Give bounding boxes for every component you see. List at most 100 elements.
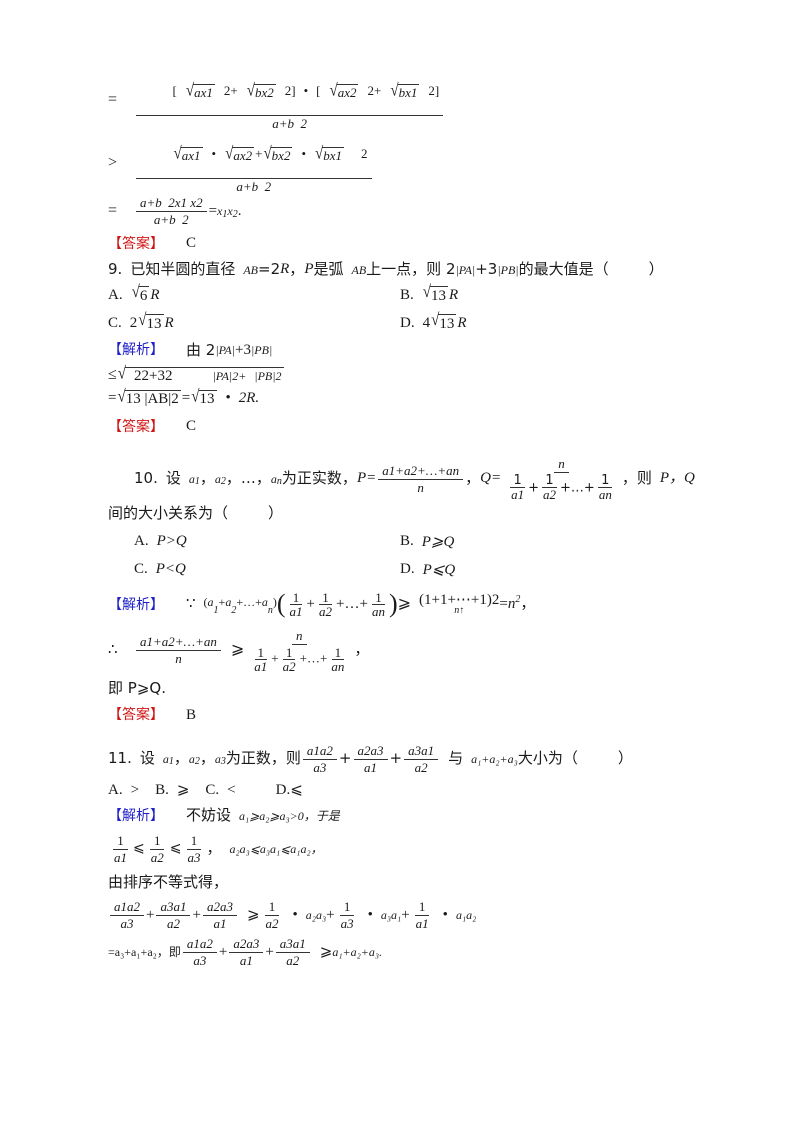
- var-R: R: [449, 286, 459, 303]
- result-n: n: [507, 595, 516, 612]
- q10-option-d[interactable]: D. P⩽Q: [400, 560, 455, 579]
- radical: √ 13 |AB|2: [117, 389, 181, 408]
- q11-option-c[interactable]: C. <: [205, 782, 235, 799]
- fraction-1-over-a3: 1 a3: [183, 834, 204, 865]
- fraction: a+b 2x1 x2 a+b 2: [136, 196, 207, 227]
- greater-equal-sign: ⩾: [246, 906, 260, 923]
- radical-sign: √: [191, 387, 200, 407]
- plus-dots: +…+: [236, 595, 262, 610]
- fraction-numerator: 1: [414, 899, 430, 917]
- option-key: B.: [400, 286, 414, 303]
- comma: ，: [289, 260, 305, 279]
- fraction-numerator: a2a3: [229, 937, 264, 954]
- fraction-denominator: a2: [166, 916, 180, 932]
- q11-solution-line-5: =a₃+a₁+a₂，即 a1a2 a3 + a2a3 a1 + a3a1 a2 ⩾ a₁+a₂+a₃…: [108, 937, 728, 968]
- one-over-a2: 1 a2: [319, 590, 333, 620]
- q11-option-b[interactable]: B. ⩾: [155, 781, 190, 799]
- fraction-numerator: 1: [113, 834, 128, 851]
- radicand: ax1: [180, 147, 203, 164]
- fraction-numerator: n: [292, 628, 307, 645]
- greater-equal-sign: ⩾: [397, 595, 412, 613]
- answer-value: B: [186, 706, 197, 723]
- page-content: = [√ ax1 2+ √ bx2 2] •[√ ax2 2+ √ bx1 2] a+b 2 > √ a…: [108, 70, 728, 975]
- q10-option-row-1: A. P>Q B. P⩾Q: [108, 532, 728, 551]
- one-over-a2: 1 a2: [542, 472, 557, 503]
- sub-3: 3: [220, 755, 226, 767]
- radicand: bx2: [270, 147, 293, 164]
- coefficient: 4: [422, 314, 431, 331]
- product-term: a₃a₁: [380, 908, 402, 923]
- fraction-numerator: 1: [186, 834, 202, 851]
- fraction-denominator: a1: [364, 759, 377, 775]
- q10-solution-line-2: ∴ a1+a2+…+an n ⩾ n 1 a1 +1 a2 +…+ 1 an，: [108, 628, 728, 674]
- question-9: 9. 已知半圆的直径 AB =2 R， P 是弧 AB 上一点，则 2 |PA| +3 |PB| 的最大…: [108, 260, 728, 435]
- answer-value: C: [186, 235, 197, 252]
- fraction-2: a3a1 a2: [156, 899, 191, 932]
- q11-option-d[interactable]: D.⩽: [276, 782, 303, 799]
- radical: √ 13: [431, 312, 457, 333]
- one-over-an: 1 an: [371, 590, 385, 620]
- one-over-an: 1 an: [331, 644, 345, 674]
- fraction-right: n 1 a1 +1 a2 +…+ 1 an: [246, 628, 352, 674]
- left-bracket-2: [: [316, 83, 321, 99]
- q10-option-c[interactable]: C. P<Q: [108, 561, 400, 578]
- q9-stem: 9. 已知半圆的直径 AB =2 R， P 是弧 AB 上一点，则 2 |PA| +3 |PB| 的最大…: [108, 260, 728, 279]
- q11-solution-line-4: a1a2 a3 + a3a1 a2 + a2a3 a1 ⩾ 1 a2 • a₂a₃ +1 a3 • a₃a₁ +1…: [108, 899, 728, 932]
- q11-number: 11.: [108, 749, 132, 768]
- fraction-denominator: a3: [187, 850, 201, 866]
- q10-option-a[interactable]: A. P>Q: [108, 533, 400, 550]
- radical-sign: √: [390, 81, 399, 101]
- one-over-a2: 1 a2: [282, 644, 296, 674]
- sub: 2: [231, 604, 237, 616]
- q11-solution-line-2: 1 a1 ⩽ 1 a2 ⩽ 1 a3， a₂a₃⩽a₃a₁⩽a₁a₂，: [108, 834, 728, 865]
- radical-ax1: √ ax1: [186, 82, 215, 100]
- q9-option-b[interactable]: B. √ 13 R: [400, 284, 459, 305]
- fraction: [√ ax1 2+ √ bx2 2] •[√ ax2 2+ √ bx1 2] a+b 2: [136, 70, 444, 131]
- sub-n: n: [276, 475, 282, 487]
- option-text: ⩾: [176, 781, 190, 798]
- big-paren-open: (: [276, 589, 286, 619]
- q11-option-a[interactable]: A. >: [108, 781, 140, 799]
- plus-term: 2+: [223, 83, 238, 99]
- comma: ，: [465, 469, 481, 488]
- q9-option-d[interactable]: D. 4 √ 13 R: [400, 312, 467, 333]
- q8-equation-3: = a+b 2x1 x2 a+b 2 = x 1 x 2.: [108, 196, 728, 227]
- close-term: 2]: [284, 83, 296, 99]
- multiply-dot: •: [367, 906, 373, 923]
- sub-2: 2: [220, 475, 226, 487]
- q10-option-b[interactable]: B. P⩾Q: [400, 532, 454, 551]
- less-equal-sign: ≤: [108, 366, 117, 384]
- option-text: >: [130, 781, 140, 798]
- conclusion-text: 即 P⩾Q.: [108, 679, 166, 698]
- one-over-a1: 1 a1: [510, 472, 525, 503]
- radical-sign: √: [117, 364, 127, 383]
- left-bracket: [: [172, 83, 177, 99]
- q9-option-c[interactable]: C. 2 √ 13 R: [108, 312, 400, 333]
- plus-3: +3: [475, 260, 498, 279]
- plus: +: [146, 906, 155, 923]
- option-key: A.: [108, 286, 123, 303]
- equals-sign: =: [499, 595, 508, 612]
- multiply-dot-2: •: [301, 146, 307, 162]
- plus-sign: +: [255, 146, 263, 162]
- greater-than-sign: >: [108, 154, 118, 172]
- q11-stem-text-4: 大小为（: [517, 749, 578, 768]
- q10-solution-line-1: 【解析】 ∵ (a1+a2+…+an)(1 a1 +1 a2 +…+ 1 an) ⩾ (1+1+⋯+…: [108, 591, 728, 619]
- option-key: D.: [400, 314, 415, 331]
- one-over-a1: 1 a1: [254, 644, 268, 674]
- fraction-denominator: a2: [265, 916, 279, 932]
- fraction-3: a2a3 a1: [202, 899, 237, 931]
- q9-option-a[interactable]: A. √ 6 R: [108, 283, 400, 305]
- product-inequality: a₂a₃⩽a₃a₁⩽a₁a₂，: [229, 842, 323, 857]
- plus: +: [271, 650, 279, 666]
- fraction-numerator: a1a2: [302, 743, 337, 760]
- sub-1: 1: [194, 475, 200, 487]
- q9-number: 9.: [108, 260, 123, 279]
- radical-sign: √: [131, 283, 140, 302]
- fraction-denominator: a3: [340, 916, 354, 932]
- option-text: P<Q: [155, 561, 186, 578]
- plus-3: +3: [235, 341, 251, 358]
- radicand: 13: [438, 313, 457, 332]
- option-key: C.: [108, 314, 122, 331]
- radical: √ 13: [138, 312, 164, 333]
